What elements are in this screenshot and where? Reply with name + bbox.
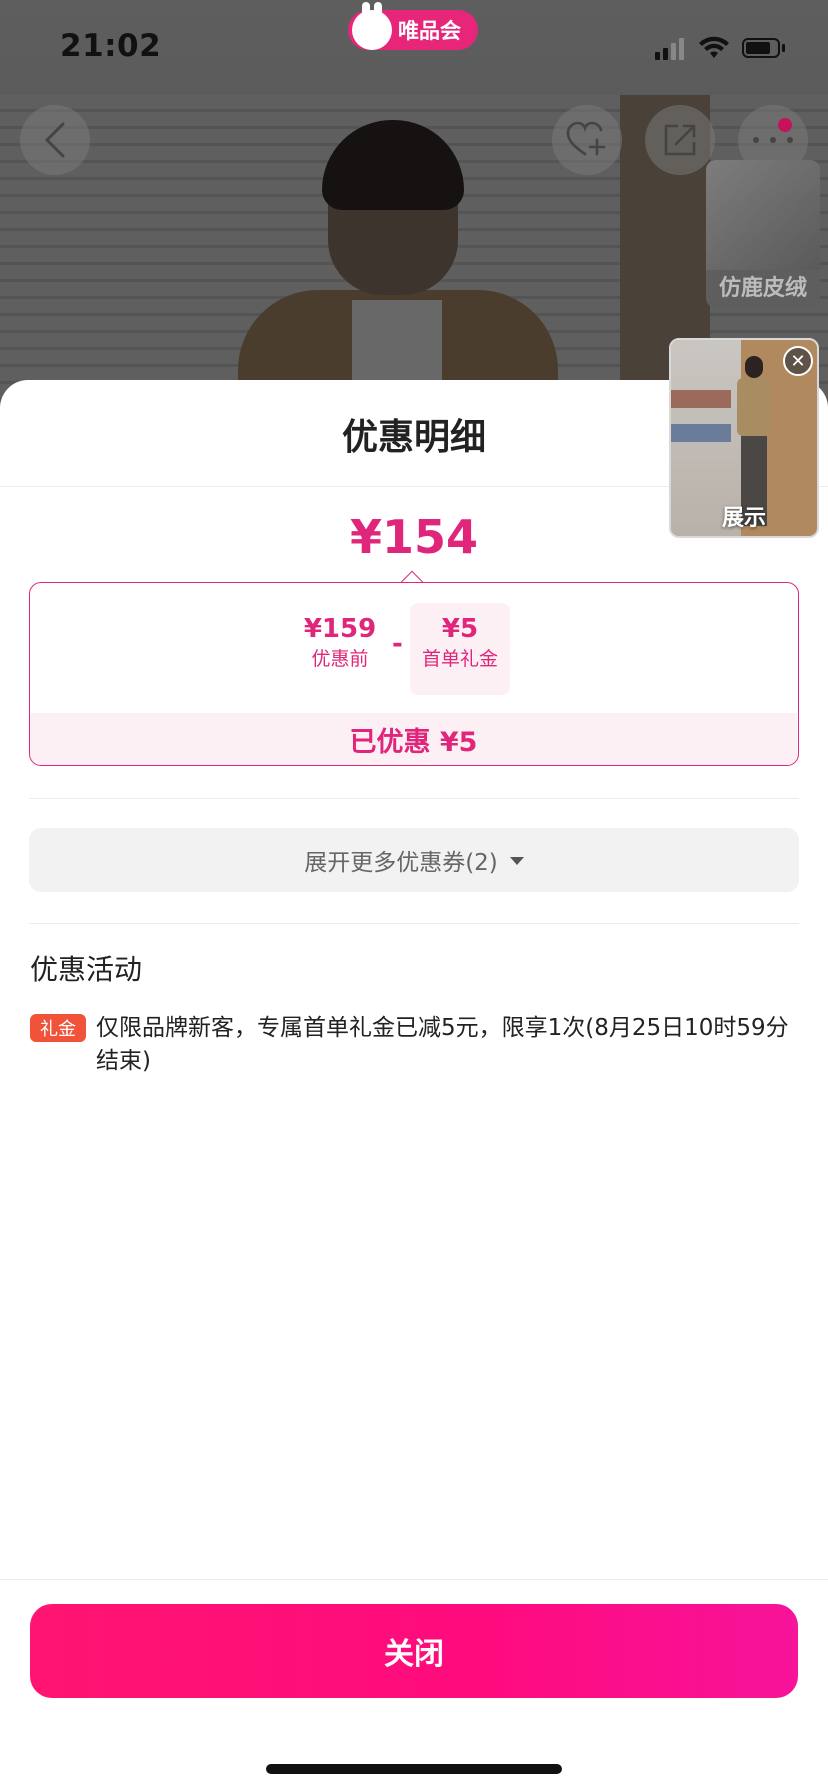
wifi-icon <box>699 36 729 58</box>
section-divider <box>29 798 799 799</box>
notification-dot <box>778 118 792 132</box>
brand-name: 唯品会 <box>398 19 461 43</box>
discount-sheet: 优惠明细 ¥154 ¥159 优惠前 - ¥5 首单礼金 已优惠 ¥5 展开更多… <box>0 380 828 1792</box>
close-button[interactable]: 关闭 <box>30 1604 798 1698</box>
back-arrow-icon <box>45 122 65 158</box>
activity-title: 优惠活动 <box>30 953 143 986</box>
gift-coupon-item: ¥5 首单礼金 <box>410 603 510 695</box>
gift-badge: 礼金 <box>30 1014 86 1042</box>
expand-coupons-label: 展开更多优惠券(2) <box>304 850 498 876</box>
price-breakdown: ¥159 优惠前 - ¥5 首单礼金 已优惠 ¥5 <box>29 582 799 766</box>
share-icon <box>664 124 696 156</box>
video-shelf <box>671 390 731 408</box>
caret-down-icon <box>509 857 524 865</box>
video-shelf <box>671 424 731 442</box>
material-label: 仿鹿皮绒 <box>718 276 807 301</box>
favorite-button[interactable] <box>552 105 622 175</box>
brand-pill: 唯品会 <box>348 2 478 50</box>
status-time: 21:02 <box>60 28 162 64</box>
fabric-image <box>706 160 820 270</box>
minus-operator: - <box>392 629 403 659</box>
activity-text: 仅限品牌新客，专属首单礼金已减5元，限享1次(8月25日10时59分结束) <box>96 1015 789 1074</box>
original-price-label: 优惠前 <box>311 648 369 670</box>
more-dots-icon <box>753 137 793 143</box>
battery-icon <box>742 38 788 60</box>
saved-amount: 已优惠 ¥5 <box>30 713 797 765</box>
rabbit-logo-icon <box>352 2 392 50</box>
original-price: ¥159 <box>303 614 377 644</box>
floating-video-preview[interactable]: ✕ 展示 <box>669 338 819 538</box>
screen: 21:02 唯品会 仿鹿皮绒 优惠明细 ¥154 ¥159 优惠前 - ¥5 首… <box>0 0 828 1792</box>
footer-divider <box>0 1579 828 1580</box>
heart-plus-icon <box>566 121 606 156</box>
material-thumbnail[interactable]: 仿鹿皮绒 <box>706 160 820 308</box>
section-divider <box>29 923 799 924</box>
original-price-item: ¥159 优惠前 <box>300 613 380 673</box>
share-button[interactable] <box>645 105 715 175</box>
back-button[interactable] <box>20 105 90 175</box>
coupon-label: 首单礼金 <box>421 648 498 670</box>
signal-icon <box>655 38 685 60</box>
video-label: 展示 <box>721 506 766 531</box>
home-indicator[interactable] <box>266 1764 562 1774</box>
coupon-amount: ¥5 <box>441 614 479 644</box>
expand-coupons-button[interactable]: 展开更多优惠券(2) <box>29 828 799 892</box>
close-video-button[interactable]: ✕ <box>783 346 813 376</box>
